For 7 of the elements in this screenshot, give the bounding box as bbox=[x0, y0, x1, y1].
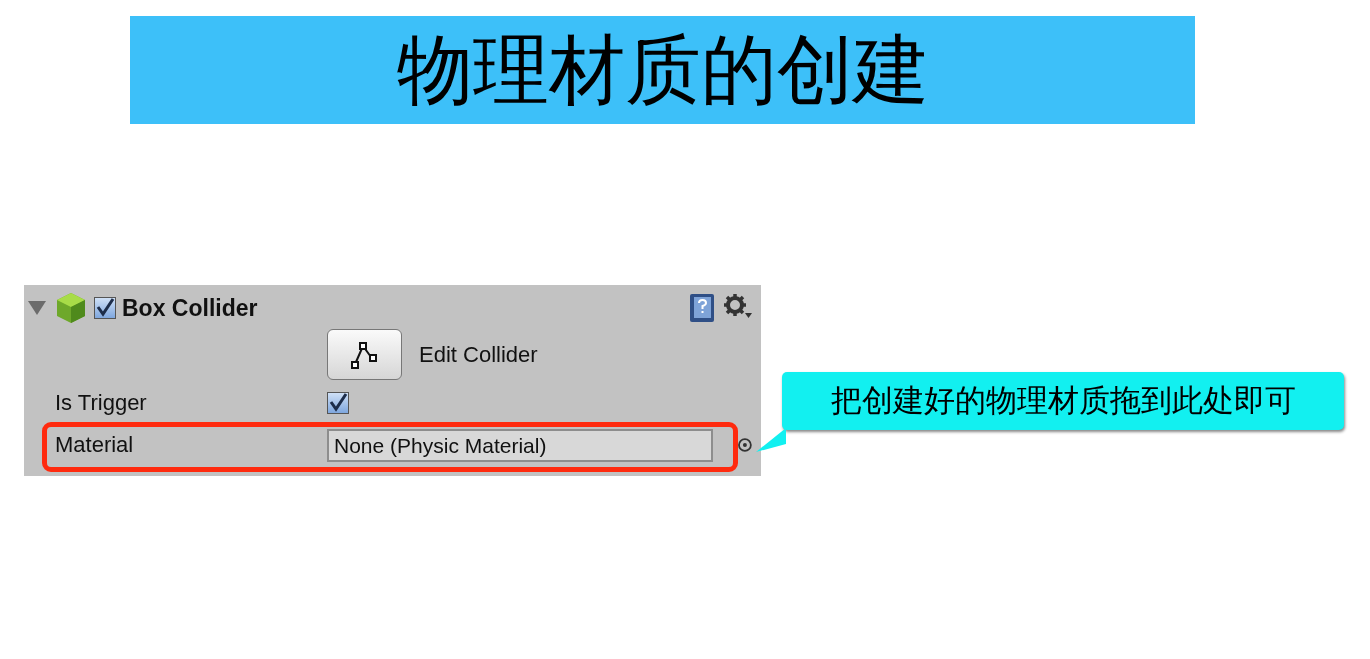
object-field[interactable]: None (Physic Material) bbox=[327, 428, 714, 462]
slide-title: 物理材质的创建 bbox=[396, 32, 929, 108]
component-name: Box Collider bbox=[122, 294, 258, 322]
callout-text: 把创建好的物理材质拖到此处即可 bbox=[830, 381, 1296, 420]
edit-collider-label: Edit Collider bbox=[419, 341, 538, 368]
field-label: Material bbox=[54, 432, 135, 458]
field-label: Is Trigger bbox=[54, 390, 148, 416]
